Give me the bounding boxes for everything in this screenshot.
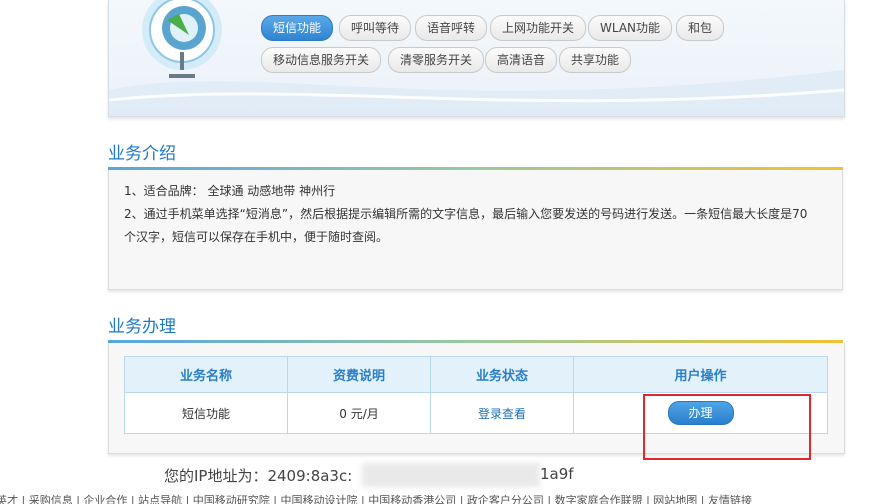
cell-status: 登录查看 <box>430 392 574 434</box>
intro-line-brands: 1、适合品牌： 全球通 动感地带 神州行 <box>124 184 336 198</box>
tag-call-waiting[interactable]: 呼叫等待 <box>339 15 412 41</box>
highlight-box <box>643 394 811 460</box>
tag-call-forwarding[interactable]: 语音呼转 <box>415 15 488 41</box>
table-header-row: 业务名称 资费说明 业务状态 用户操作 <box>124 356 828 393</box>
col-header-name: 业务名称 <box>124 356 288 393</box>
redacted-area <box>362 463 540 487</box>
tag-mobile-info-switch[interactable]: 移动信息服务开关 <box>261 47 382 73</box>
tag-data-switch[interactable]: 上网功能开关 <box>490 15 587 41</box>
intro-panel: 1、适合品牌： 全球通 动感地带 神州行 2、通过手机菜单选择“短消息”，然后根… <box>108 170 843 290</box>
col-header-status: 业务状态 <box>430 356 574 393</box>
login-view-link[interactable]: 登录查看 <box>478 407 526 421</box>
intro-line-usage-cont: 个汉字，短信可以保存在手机中，便于随时查阅。 <box>124 230 389 244</box>
globe-logo-icon <box>127 0 227 90</box>
tag-sms-function[interactable]: 短信功能 <box>261 15 334 41</box>
feature-banner: 短信功能 呼叫等待 语音呼转 上网功能开关 WLAN功能 和包 移动信息服务开关… <box>108 0 845 117</box>
col-header-action: 用户操作 <box>573 356 828 393</box>
tag-hebao[interactable]: 和包 <box>676 15 725 41</box>
cell-fee: 0 元/月 <box>287 392 431 434</box>
tag-reset-service-switch[interactable]: 清零服务开关 <box>388 47 485 73</box>
footer-links[interactable]: 英才 | 采购信息 | 企业合作 | 站点导航 | 中国移动研究院 | 中国移动… <box>0 492 879 504</box>
ip-address-suffix: 1a9f <box>540 465 574 483</box>
col-header-fee: 资费说明 <box>287 356 431 393</box>
tag-wlan-function[interactable]: WLAN功能 <box>588 15 673 41</box>
ip-address-text: 您的IP地址为：2409:8a3c: <box>164 467 353 485</box>
handle-heading: 业务办理 <box>108 317 176 337</box>
intro-line-usage: 2、通过手机菜单选择“短消息”，然后根据提示编辑所需的文字信息，最后输入您要发送… <box>124 207 808 221</box>
tag-sharing-function[interactable]: 共享功能 <box>559 47 632 73</box>
cell-service-name: 短信功能 <box>124 392 288 434</box>
intro-heading: 业务介绍 <box>108 144 176 164</box>
tag-hd-voice[interactable]: 高清语音 <box>485 47 558 73</box>
